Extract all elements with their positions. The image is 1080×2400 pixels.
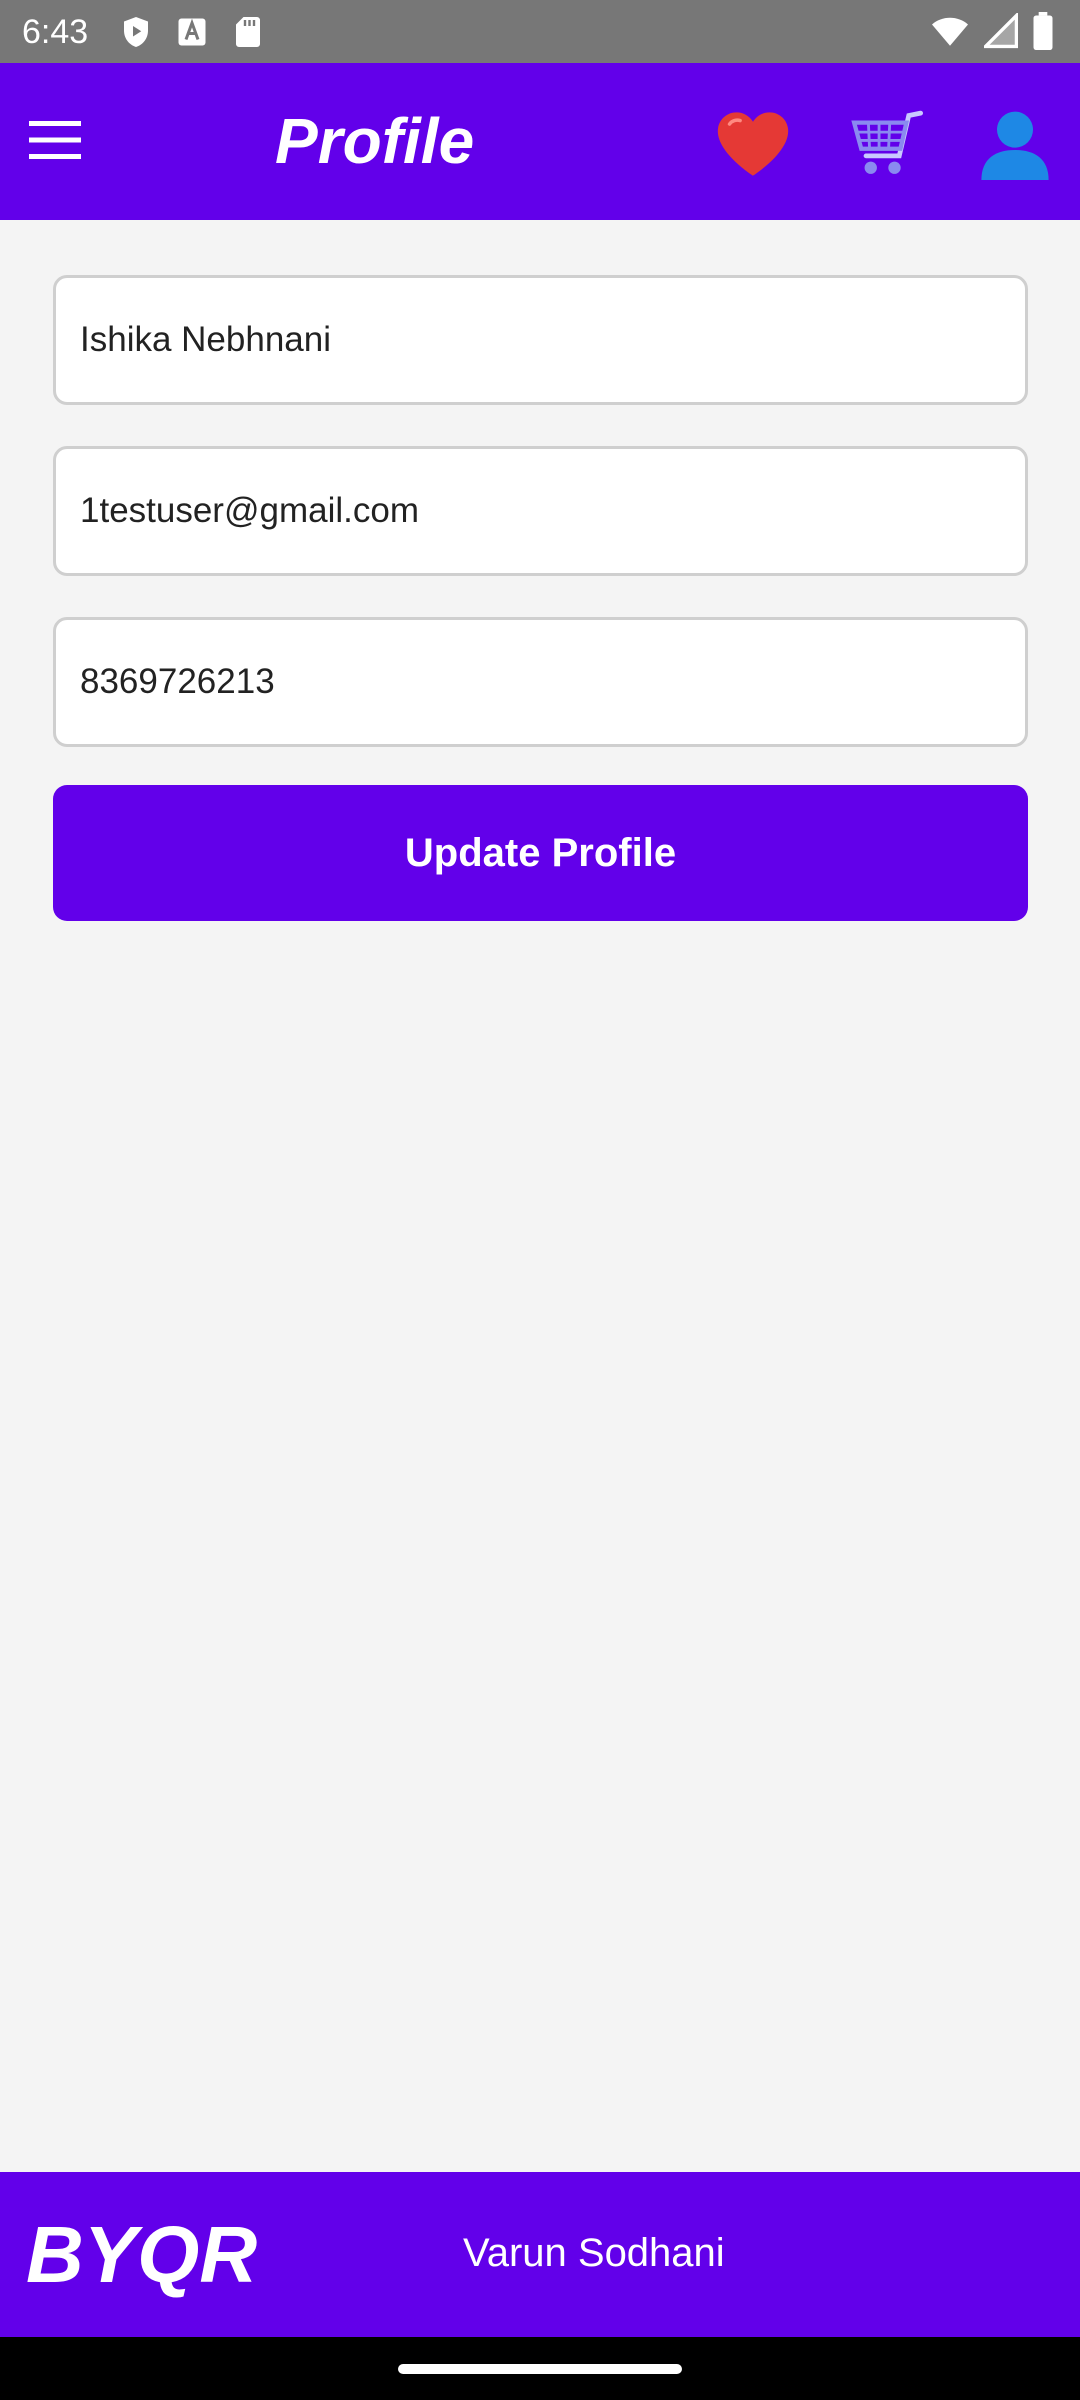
wifi-icon (932, 17, 968, 46)
page-title: Profile (275, 105, 475, 177)
signal-icon (984, 13, 1018, 49)
footer-brand-logo: BYQR (26, 2210, 258, 2299)
account-icon (981, 111, 1049, 180)
account-button[interactable] (974, 103, 1056, 185)
status-notification-icons (118, 14, 266, 50)
name-field[interactable] (53, 275, 1028, 405)
status-bar: 6:43 (0, 0, 1080, 63)
font-a-icon (178, 18, 206, 46)
home-indicator[interactable] (398, 2364, 682, 2374)
profile-form: Update Profile (53, 275, 1028, 921)
sd-card-icon (236, 17, 260, 47)
heart-icon (717, 112, 789, 176)
update-profile-button[interactable]: Update Profile (53, 785, 1028, 921)
status-time: 6:43 (22, 13, 89, 51)
status-system-icons (930, 12, 1054, 50)
cart-icon (851, 110, 923, 174)
shield-play-icon (124, 17, 148, 47)
hamburger-menu-icon (29, 121, 81, 159)
footer: BYQR Varun Sodhani (0, 2172, 1080, 2337)
battery-icon (1033, 12, 1053, 50)
email-field[interactable] (53, 446, 1028, 576)
phone-field[interactable] (53, 617, 1028, 747)
app-bar: Profile (0, 63, 1080, 220)
menu-button[interactable] (20, 105, 90, 175)
cart-button[interactable] (844, 103, 926, 185)
navigation-bar (0, 2337, 1080, 2400)
footer-author: Varun Sodhani (463, 2231, 725, 2275)
favorites-button[interactable] (712, 103, 794, 185)
